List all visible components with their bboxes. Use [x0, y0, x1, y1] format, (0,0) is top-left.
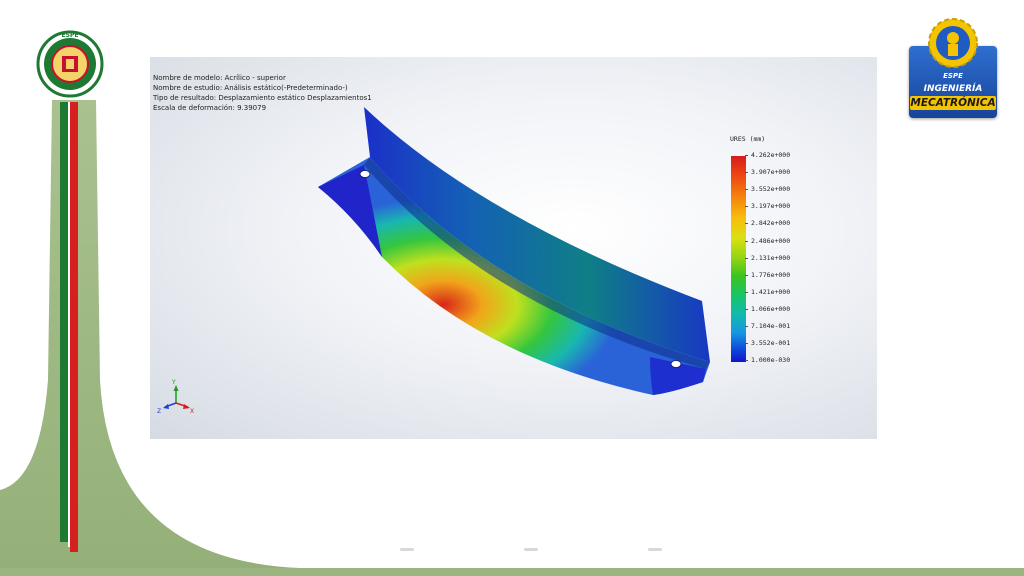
footer-mark: [524, 548, 538, 551]
legend-label: 1.066e+000: [751, 304, 791, 313]
legend-label: 2.842e+000: [751, 219, 791, 228]
legend-label: 3.197e+000: [751, 202, 791, 211]
legend-tick: [745, 155, 748, 156]
triad-x-label: X: [190, 408, 194, 415]
logo-ingenieria-text: INGENIERÍA: [923, 84, 983, 94]
legend-label: 1.421e+000: [751, 287, 791, 296]
legend-tick: [745, 172, 748, 174]
logo-espe-text: ESPE: [943, 72, 963, 80]
legend-label: 3.907e+000: [751, 168, 791, 177]
simulation-viewport: Nombre de modelo: Acrílico - superior No…: [150, 57, 877, 439]
legend-color-bar: [731, 156, 746, 362]
legend-label: 7.104e-001: [751, 322, 791, 330]
legend-label: 2.131e+000: [751, 253, 791, 262]
legend-label: 1.000e-030: [751, 356, 791, 365]
footer-faint-text: [400, 548, 730, 554]
legend-label: 4.262e+000: [751, 151, 791, 159]
mount-hole-left: [359, 170, 371, 178]
legend-tick: [745, 343, 748, 345]
legend-tick: [745, 189, 748, 191]
legend-tick: [745, 308, 748, 310]
legend-tick: [745, 291, 748, 293]
coordinate-triad: Y X Z: [157, 379, 194, 415]
legend-label: 3.552e+000: [751, 185, 791, 194]
logo-mecatronica-text: MECATRÓNICA: [910, 96, 996, 110]
legend-tick: [745, 326, 748, 327]
footer-mark: [400, 548, 414, 551]
stripe-red: [70, 102, 78, 552]
legend-label: 1.776e+000: [751, 270, 791, 279]
legend-label: 3.552e-001: [751, 339, 791, 348]
legend-tick: [745, 240, 748, 242]
triad-z-label: Z: [157, 408, 161, 415]
espe-university-logo: ESPE: [36, 28, 104, 100]
legend-tick: [745, 257, 748, 259]
bottom-green-bar: [0, 568, 1024, 576]
gear-icon: [928, 18, 978, 68]
mount-hole-right: [670, 360, 682, 368]
legend-tick: [745, 206, 748, 208]
stripe-green: [60, 102, 68, 542]
triad-y-label: Y: [171, 379, 176, 386]
legend-tick: [745, 223, 748, 225]
left-logo-top-text: ESPE: [62, 32, 79, 39]
mecatronica-logo: ESPE INGENIERÍA MECATRÓNICA: [907, 14, 999, 120]
legend-tick: [745, 360, 748, 362]
legend-label: 2.486e+000: [751, 236, 791, 245]
color-legend: URES (mm) 4.262e+000 3.907e+000 3.552e+000…: [730, 135, 850, 375]
legend-title: URES (mm): [730, 135, 766, 143]
legend-tick: [745, 274, 748, 276]
stripe-white: [68, 102, 70, 547]
footer-mark: [648, 548, 662, 551]
